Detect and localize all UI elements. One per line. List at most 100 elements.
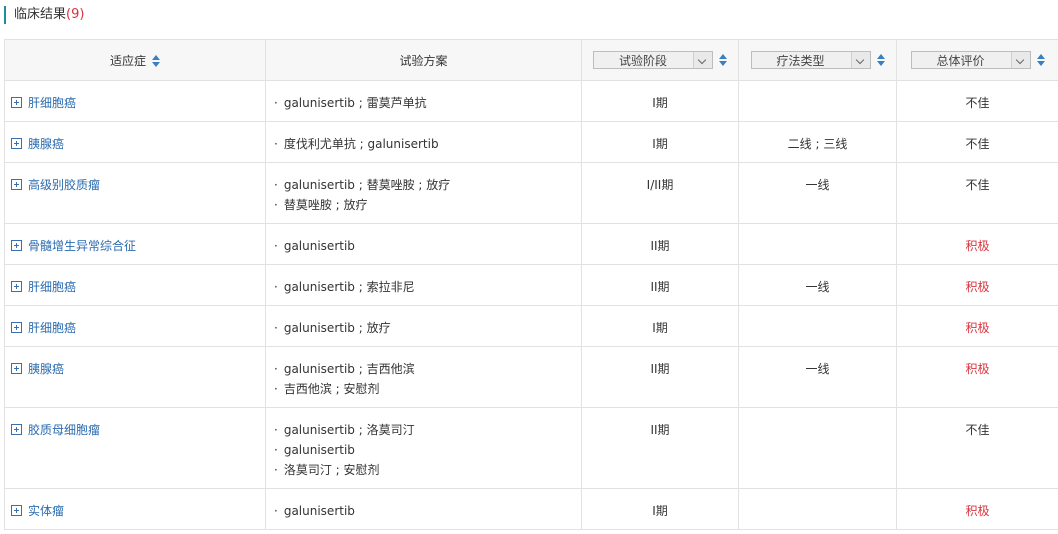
header-evaluation: 总体评价 bbox=[896, 39, 1058, 81]
evaluation-filter-select[interactable]: 总体评价 bbox=[910, 51, 1031, 69]
phase-filter-select[interactable]: 试验阶段 bbox=[593, 51, 713, 69]
phase-cell: II期 bbox=[581, 407, 739, 489]
therapy-cell bbox=[738, 407, 897, 489]
therapy-cell bbox=[738, 305, 897, 347]
table-row: 胰腺癌 度伐利尤单抗 ; galunisertib I期 二线 ; 三线 不佳 bbox=[4, 121, 1058, 163]
header-plan-label: 试验方案 bbox=[399, 53, 448, 68]
expand-plus-icon[interactable] bbox=[11, 138, 22, 149]
indication-link[interactable]: 肝细胞癌 bbox=[28, 321, 76, 335]
evaluation-cell: 积极 bbox=[896, 264, 1058, 306]
table-row: 肝细胞癌 galunisertib ; 放疗 I期 积极 bbox=[4, 305, 1058, 347]
therapy-cell: 一线 bbox=[738, 346, 897, 408]
plan-item: 洛莫司汀 ; 安慰剂 bbox=[274, 460, 581, 480]
result-count: (9) bbox=[66, 7, 85, 22]
header-indication[interactable]: 适应症 bbox=[4, 39, 266, 81]
phase-cell: II期 bbox=[581, 264, 739, 306]
indication-cell: 肝细胞癌 bbox=[4, 305, 266, 347]
table-header-row: 适应症 试验方案 试验阶段 疗法类型 总体评价 bbox=[4, 39, 1058, 81]
clinical-results-table: 适应症 试验方案 试验阶段 疗法类型 总体评价 肝细胞癌 · galuniser… bbox=[4, 39, 1058, 530]
table-row: 肝细胞癌 galunisertib ; 雷莫芦单抗 I期 不佳 bbox=[4, 80, 1058, 122]
evaluation-cell: 不佳 bbox=[896, 121, 1058, 163]
indication-link[interactable]: 胰腺癌 bbox=[28, 362, 64, 376]
phase-cell: I期 bbox=[581, 121, 739, 163]
therapy-cell bbox=[738, 80, 897, 122]
indication-link[interactable]: 肝细胞癌 bbox=[28, 96, 76, 110]
indication-link[interactable]: 实体瘤 bbox=[28, 504, 64, 518]
indication-link[interactable]: 骨髓增生异常综合征 bbox=[28, 239, 136, 253]
chevron-down-icon[interactable] bbox=[693, 52, 712, 68]
expand-plus-icon[interactable] bbox=[11, 179, 22, 190]
phase-cell: I期 bbox=[581, 488, 739, 530]
therapy-type-filter-label: 疗法类型 bbox=[776, 54, 825, 68]
chevron-down-icon[interactable] bbox=[1010, 52, 1030, 68]
table-row: 实体瘤 galunisertib I期 积极 bbox=[4, 488, 1058, 530]
indication-cell: 实体瘤 bbox=[4, 488, 266, 530]
plan-cell: galunisertib ; 放疗 bbox=[265, 305, 582, 347]
indication-link[interactable]: 胰腺癌 bbox=[28, 137, 64, 151]
header-indication-label: 适应症 bbox=[109, 53, 146, 68]
plan-item: 吉西他滨 ; 安慰剂 bbox=[274, 379, 581, 399]
evaluation-cell: 不佳 bbox=[896, 407, 1058, 489]
chevron-down-icon[interactable] bbox=[850, 52, 870, 68]
indication-cell: 胶质母细胞瘤 bbox=[4, 407, 266, 489]
evaluation-filter-label: 总体评价 bbox=[936, 54, 985, 68]
therapy-cell: 一线 bbox=[738, 162, 897, 224]
section-title: 临床结果(9) bbox=[4, 6, 84, 24]
evaluation-cell: 不佳 bbox=[896, 162, 1058, 224]
plan-item: galunisertib ; 放疗 bbox=[274, 318, 581, 338]
plan-item: 替莫唑胺 ; 放疗 bbox=[274, 195, 581, 215]
plan-item: galunisertib ; 雷莫芦单抗 bbox=[274, 93, 581, 113]
therapy-cell bbox=[738, 223, 897, 265]
header-phase: 试验阶段 bbox=[581, 39, 739, 81]
phase-cell: II期 bbox=[581, 346, 739, 408]
evaluation-cell: 不佳 bbox=[896, 80, 1058, 122]
evaluation-cell: 积极 bbox=[896, 223, 1058, 265]
table-row: 骨髓增生异常综合征 galunisertib II期 积极 bbox=[4, 223, 1058, 265]
expand-plus-icon[interactable] bbox=[11, 363, 22, 374]
plan-item: galunisertib ; 洛莫司汀 bbox=[274, 420, 581, 440]
evaluation-cell: 积极 bbox=[896, 305, 1058, 347]
expand-plus-icon[interactable] bbox=[11, 322, 22, 333]
plan-cell: galunisertib ; 替莫唑胺 ; 放疗替莫唑胺 ; 放疗 bbox=[265, 162, 582, 224]
plan-cell: galunisertib ; 吉西他滨吉西他滨 ; 安慰剂 bbox=[265, 346, 582, 408]
expand-plus-icon[interactable] bbox=[11, 505, 22, 516]
plan-item: galunisertib bbox=[274, 440, 581, 460]
indication-link[interactable]: 肝细胞癌 bbox=[28, 280, 76, 294]
phase-filter-label: 试验阶段 bbox=[618, 54, 667, 68]
therapy-cell bbox=[738, 488, 897, 530]
evaluation-cell: 积极 bbox=[896, 488, 1058, 530]
expand-plus-icon[interactable] bbox=[11, 281, 22, 292]
indication-cell: 胰腺癌 bbox=[4, 121, 266, 163]
expand-plus-icon[interactable] bbox=[11, 240, 22, 251]
indication-cell: 肝细胞癌 bbox=[4, 80, 266, 122]
plan-item: galunisertib ; 吉西他滨 bbox=[274, 359, 581, 379]
header-therapy-type: 疗法类型 bbox=[738, 39, 897, 81]
expand-plus-icon[interactable] bbox=[11, 424, 22, 435]
phase-cell: I期 bbox=[581, 305, 739, 347]
plan-cell: 度伐利尤单抗 ; galunisertib bbox=[265, 121, 582, 163]
therapy-type-filter-select[interactable]: 疗法类型 bbox=[750, 51, 871, 69]
plan-item: galunisertib ; 索拉非尼 bbox=[274, 277, 581, 297]
indication-cell: 高级别胶质瘤 bbox=[4, 162, 266, 224]
sort-icon[interactable] bbox=[719, 54, 727, 66]
sort-icon[interactable] bbox=[1036, 54, 1045, 66]
header-plan: 试验方案 bbox=[265, 39, 582, 81]
table-row: 胰腺癌 galunisertib ; 吉西他滨吉西他滨 ; 安慰剂 II期 一线… bbox=[4, 346, 1058, 408]
indication-link[interactable]: 高级别胶质瘤 bbox=[28, 178, 100, 192]
phase-cell: II期 bbox=[581, 223, 739, 265]
expand-plus-icon[interactable] bbox=[11, 97, 22, 108]
table-row: 高级别胶质瘤 galunisertib ; 替莫唑胺 ; 放疗替莫唑胺 ; 放疗… bbox=[4, 162, 1058, 224]
section-title-text: 临床结果 bbox=[14, 7, 67, 22]
plan-cell: galunisertib ; 索拉非尼 bbox=[265, 264, 582, 306]
evaluation-cell: 积极 bbox=[896, 346, 1058, 408]
plan-item: galunisertib ; 替莫唑胺 ; 放疗 bbox=[274, 175, 581, 195]
phase-cell: I期 bbox=[581, 80, 739, 122]
therapy-cell: 二线 ; 三线 bbox=[738, 121, 897, 163]
sort-icon[interactable] bbox=[152, 55, 160, 67]
table-row: 肝细胞癌 galunisertib ; 索拉非尼 II期 一线 积极 bbox=[4, 264, 1058, 306]
sort-icon[interactable] bbox=[876, 54, 885, 66]
plan-item: galunisertib bbox=[274, 236, 581, 256]
plan-cell: galunisertib ; 洛莫司汀galunisertib洛莫司汀 ; 安慰… bbox=[265, 407, 582, 489]
indication-link[interactable]: 胶质母细胞瘤 bbox=[28, 423, 100, 437]
plan-item: galunisertib bbox=[274, 501, 581, 521]
